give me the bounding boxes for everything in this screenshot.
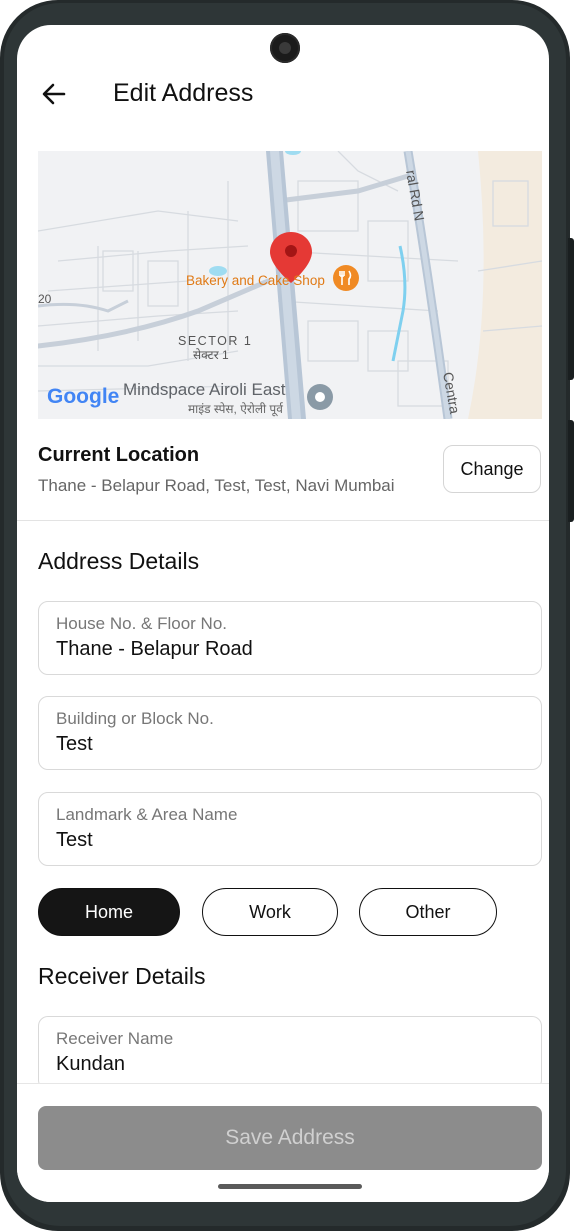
landmark-area-label: Landmark & Area Name xyxy=(56,805,238,824)
map-canvas: Bakery and Cake Shop SECTOR 1 सेक्टर 1 2… xyxy=(38,151,542,419)
receiver-name-field[interactable]: Receiver Name Kundan xyxy=(38,1016,542,1090)
address-type-work-chip[interactable]: Work xyxy=(202,888,338,936)
current-location-address: Thane - Belapur Road, Test, Test, Navi M… xyxy=(38,476,395,495)
page-title: Edit Address xyxy=(113,79,254,107)
back-button[interactable] xyxy=(37,77,71,111)
area-label-local: सेक्टर 1 xyxy=(193,348,229,362)
address-type-home-chip[interactable]: Home xyxy=(38,888,180,936)
screen: Edit Address Bakery and Cake Shop SECTOR… xyxy=(17,25,549,1202)
place-label: Mindspace Airoli East xyxy=(123,380,286,399)
building-block-value: Test xyxy=(56,733,93,755)
poi-label: Bakery and Cake Shop xyxy=(186,273,325,288)
house-floor-value: Thane - Belapur Road xyxy=(56,638,253,660)
power-button xyxy=(568,238,574,380)
receiver-name-value: Kundan xyxy=(56,1053,125,1075)
landmark-area-value: Test xyxy=(56,829,93,851)
current-location-title: Current Location xyxy=(38,444,200,466)
google-logo: Google xyxy=(47,385,119,408)
app-bar: Edit Address xyxy=(17,65,549,121)
receiver-name-label: Receiver Name xyxy=(56,1029,174,1048)
front-camera xyxy=(270,33,300,63)
house-floor-field[interactable]: House No. & Floor No. Thane - Belapur Ro… xyxy=(38,601,542,675)
house-floor-label: House No. & Floor No. xyxy=(56,614,228,633)
building-block-label: Building or Block No. xyxy=(56,709,214,728)
map-edge-label: 20 xyxy=(38,292,52,306)
building-block-field[interactable]: Building or Block No. Test xyxy=(38,696,542,770)
area-label: SECTOR 1 xyxy=(178,334,252,348)
landmark-area-field[interactable]: Landmark & Area Name Test xyxy=(38,792,542,866)
save-address-button[interactable]: Save Address xyxy=(38,1106,542,1170)
place-label-local: माइंड स्पेस, ऐरोली पूर्व xyxy=(188,402,284,417)
address-type-other-chip[interactable]: Other xyxy=(359,888,497,936)
change-location-button[interactable]: Change xyxy=(443,445,541,493)
section-divider xyxy=(17,520,549,521)
volume-button xyxy=(568,420,574,522)
receiver-details-title: Receiver Details xyxy=(38,963,206,989)
arrow-left-icon xyxy=(42,83,66,105)
location-map[interactable]: Bakery and Cake Shop SECTOR 1 सेक्टर 1 2… xyxy=(38,151,542,419)
address-details-title: Address Details xyxy=(38,548,200,574)
home-indicator[interactable] xyxy=(218,1184,362,1189)
